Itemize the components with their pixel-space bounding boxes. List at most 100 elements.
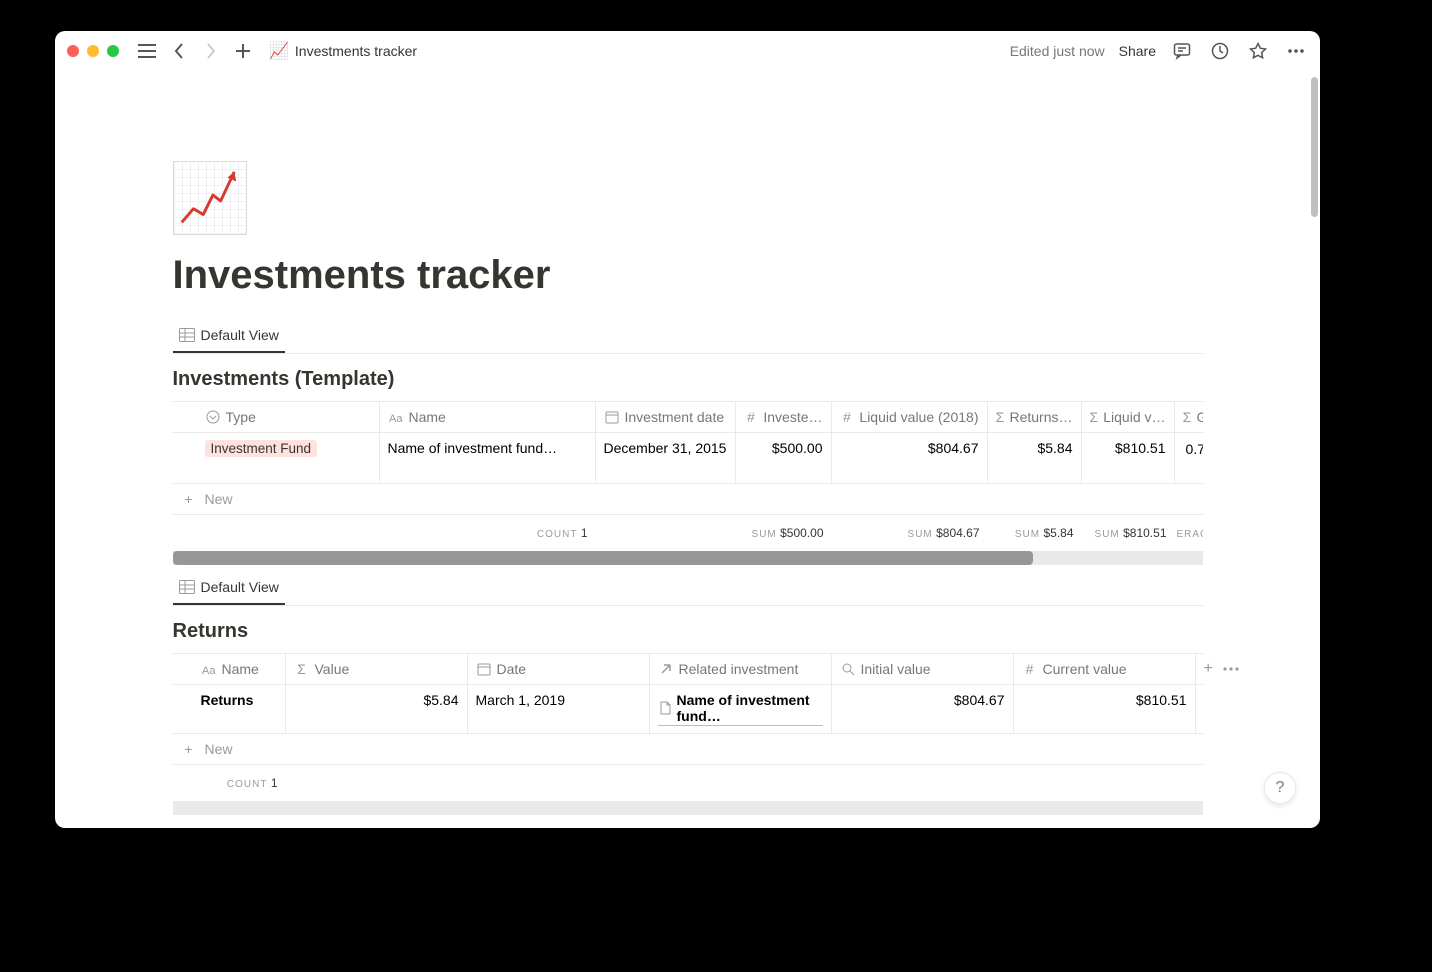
db1-row[interactable]: Investment Fund Name of investment fund……: [173, 433, 1203, 484]
text-icon: Aa: [388, 409, 404, 425]
db1-summary-row: COUNT 1 SUM $500.00 SUM $804.67 SUM $5.8…: [173, 515, 1203, 551]
db1-cell-liquid2018[interactable]: $804.67: [832, 433, 988, 483]
db2-new-row[interactable]: + New: [173, 734, 1203, 765]
forward-button[interactable]: [199, 39, 223, 63]
db2-col-related[interactable]: Related investment: [650, 654, 832, 684]
db2-row[interactable]: Returns $5.84 March 1, 2019 Name of inve…: [173, 685, 1203, 734]
table-icon: [179, 579, 195, 595]
db1-col-liquid2018[interactable]: # Liquid value (2018): [832, 402, 988, 432]
db2-col-name[interactable]: Aa Name: [173, 654, 286, 684]
db1-col-growth[interactable]: Σ Growth …: [1175, 402, 1203, 432]
db1-summary-returns[interactable]: SUM $5.84: [988, 526, 1082, 540]
svg-text:Aa: Aa: [389, 413, 403, 424]
db2-cell-value[interactable]: $5.84: [286, 685, 468, 733]
db2-view-tab-default[interactable]: Default View: [173, 573, 285, 605]
table-icon: [179, 327, 195, 343]
topbar: 📈 Investments tracker Edited just now Sh…: [55, 31, 1320, 71]
select-icon: [205, 409, 221, 425]
app-window: 📈 Investments tracker Edited just now Sh…: [55, 31, 1320, 828]
db1-summary-growth[interactable]: ERAGE 0.726%: [1175, 526, 1203, 540]
db1-summary-count[interactable]: COUNT 1: [173, 526, 596, 540]
number-icon: #: [1022, 661, 1038, 677]
vertical-scrollbar[interactable]: [1311, 77, 1318, 217]
db1-cell-invested[interactable]: $500.00: [736, 433, 832, 483]
page-title[interactable]: Investments tracker: [173, 253, 1203, 297]
db2-cell-related[interactable]: Name of investment fund…: [650, 685, 832, 733]
breadcrumb[interactable]: 📈 Investments tracker: [269, 41, 417, 61]
db1-cell-liquidv[interactable]: $810.51: [1082, 433, 1175, 483]
db1-summary-invested[interactable]: SUM $500.00: [596, 526, 832, 540]
favorite-icon[interactable]: [1246, 39, 1270, 63]
back-button[interactable]: [167, 39, 191, 63]
db2-summary-count[interactable]: COUNT 1: [173, 776, 286, 790]
window-controls: [67, 45, 119, 57]
db1-new-row[interactable]: + New: [173, 484, 1203, 515]
type-tag: Investment Fund: [205, 440, 318, 457]
formula-icon: Σ: [1090, 409, 1099, 425]
edited-status: Edited just now: [1010, 43, 1105, 59]
db1-cell-returns[interactable]: $5.84: [988, 433, 1082, 483]
db1-col-name[interactable]: Aa Name: [380, 402, 596, 432]
db1-view-tabs: Default View: [173, 321, 1203, 354]
chart-emoji-icon: 📈: [269, 41, 289, 61]
db2-col-actions: +: [1196, 654, 1247, 684]
db1-cell-type[interactable]: Investment Fund: [173, 433, 380, 483]
column-more-button[interactable]: [1223, 667, 1239, 671]
db1-col-invested[interactable]: # Investe…: [736, 402, 832, 432]
content-area: Investments tracker Default View Investm…: [55, 71, 1320, 828]
rollup-icon: [840, 661, 856, 677]
number-icon: #: [840, 409, 855, 425]
maximize-window-button[interactable]: [107, 45, 119, 57]
db2-col-initial[interactable]: Initial value: [832, 654, 1014, 684]
topbar-right: Edited just now Share: [1010, 39, 1308, 63]
db2-title[interactable]: Returns: [173, 620, 1203, 643]
db2-col-current[interactable]: # Current value: [1014, 654, 1196, 684]
page-icon[interactable]: [173, 161, 247, 235]
db2-view-label: Default View: [201, 579, 279, 595]
share-button[interactable]: Share: [1119, 43, 1156, 59]
add-column-button[interactable]: +: [1204, 660, 1213, 678]
close-window-button[interactable]: [67, 45, 79, 57]
db1-title[interactable]: Investments (Template): [173, 368, 1203, 391]
relation-icon: [658, 661, 674, 677]
db1-table: Type Aa Name Investment date # Investe…: [173, 401, 1203, 565]
db2-cell-initial[interactable]: $804.67: [832, 685, 1014, 733]
db1-col-liquidv[interactable]: Σ Liquid v…: [1082, 402, 1175, 432]
db1-header-row: Type Aa Name Investment date # Investe…: [173, 401, 1203, 433]
plus-icon: +: [181, 491, 197, 507]
db2-cell-date[interactable]: March 1, 2019: [468, 685, 650, 733]
calendar-icon: [604, 409, 620, 425]
db1-cell-date[interactable]: December 31, 2015: [596, 433, 736, 483]
breadcrumb-title: Investments tracker: [295, 43, 417, 59]
db2-table: Aa Name Σ Value Date Related investment: [173, 653, 1203, 815]
db1-col-returns[interactable]: Σ Returns…: [988, 402, 1082, 432]
help-button[interactable]: ?: [1264, 772, 1296, 804]
db2-cell-current[interactable]: $810.51: [1014, 685, 1196, 733]
minimize-window-button[interactable]: [87, 45, 99, 57]
db1-col-type[interactable]: Type: [173, 402, 380, 432]
page: Investments tracker Default View Investm…: [173, 71, 1203, 815]
more-icon[interactable]: [1284, 39, 1308, 63]
db1-col-date[interactable]: Investment date: [596, 402, 736, 432]
db2-col-date[interactable]: Date: [468, 654, 650, 684]
db1-view-tab-default[interactable]: Default View: [173, 321, 285, 353]
svg-text:Aa: Aa: [202, 665, 216, 676]
calendar-icon: [476, 661, 492, 677]
comments-icon[interactable]: [1170, 39, 1194, 63]
db1-cell-growth[interactable]: 0.72576335 64%: [1175, 433, 1203, 483]
db1-summary-liquid[interactable]: SUM $804.67: [832, 526, 988, 540]
db2-col-value[interactable]: Σ Value: [286, 654, 468, 684]
db1-cell-name[interactable]: Name of investment fund…: [380, 433, 596, 483]
db1-horizontal-scrollbar[interactable]: [173, 551, 1033, 565]
db2-summary-row: COUNT 1: [173, 765, 1203, 801]
menu-icon[interactable]: [135, 39, 159, 63]
formula-icon: Σ: [294, 661, 310, 677]
db2-view-tabs: Default View: [173, 573, 1203, 606]
plus-icon: +: [181, 741, 197, 757]
db2-cell-name[interactable]: Returns: [173, 685, 286, 733]
new-page-button[interactable]: [231, 39, 255, 63]
updates-icon[interactable]: [1208, 39, 1232, 63]
formula-icon: Σ: [996, 409, 1005, 425]
db1-view-label: Default View: [201, 327, 279, 343]
db1-summary-liquidv[interactable]: SUM $810.51: [1082, 526, 1175, 540]
